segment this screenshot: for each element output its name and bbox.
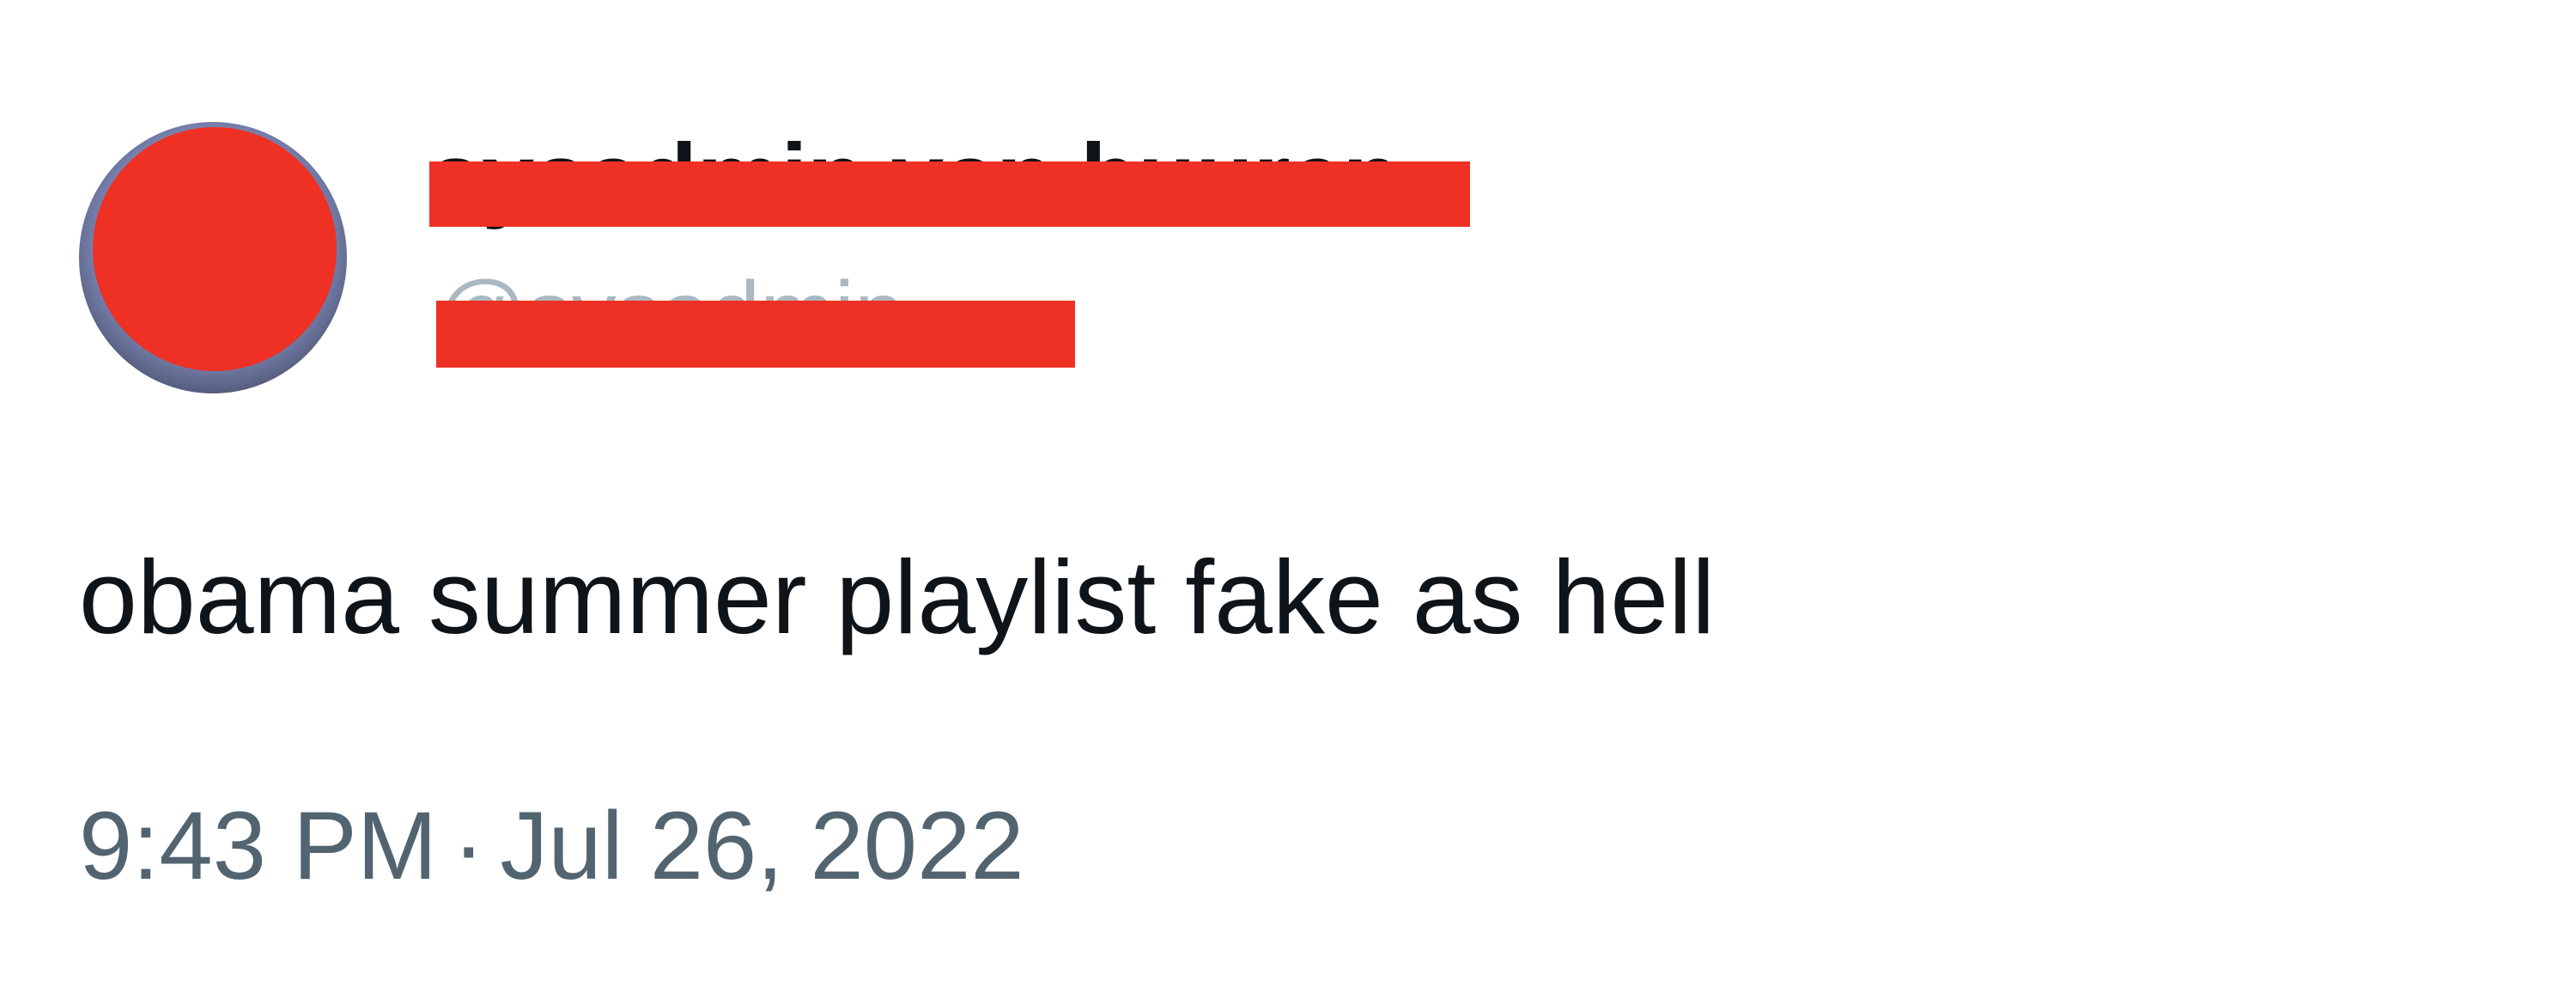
handle-redaction-bar bbox=[436, 301, 1075, 368]
avatar-redaction-mark bbox=[93, 127, 337, 371]
tweet-time: 9:43 PM bbox=[79, 792, 438, 899]
tweet-timestamp[interactable]: 9:43 PM · Jul 26, 2022 bbox=[79, 786, 1024, 906]
display-name-redaction-bar bbox=[429, 161, 1470, 227]
tweet-date: Jul 26, 2022 bbox=[500, 792, 1024, 899]
timestamp-separator: · bbox=[453, 792, 485, 899]
avatar[interactable] bbox=[79, 122, 347, 393]
tweet-text: obama summer playlist fake as hell bbox=[79, 539, 1716, 655]
tweet-card: sysadmin van buuren @sysadmin obama summ… bbox=[0, 0, 2576, 1005]
